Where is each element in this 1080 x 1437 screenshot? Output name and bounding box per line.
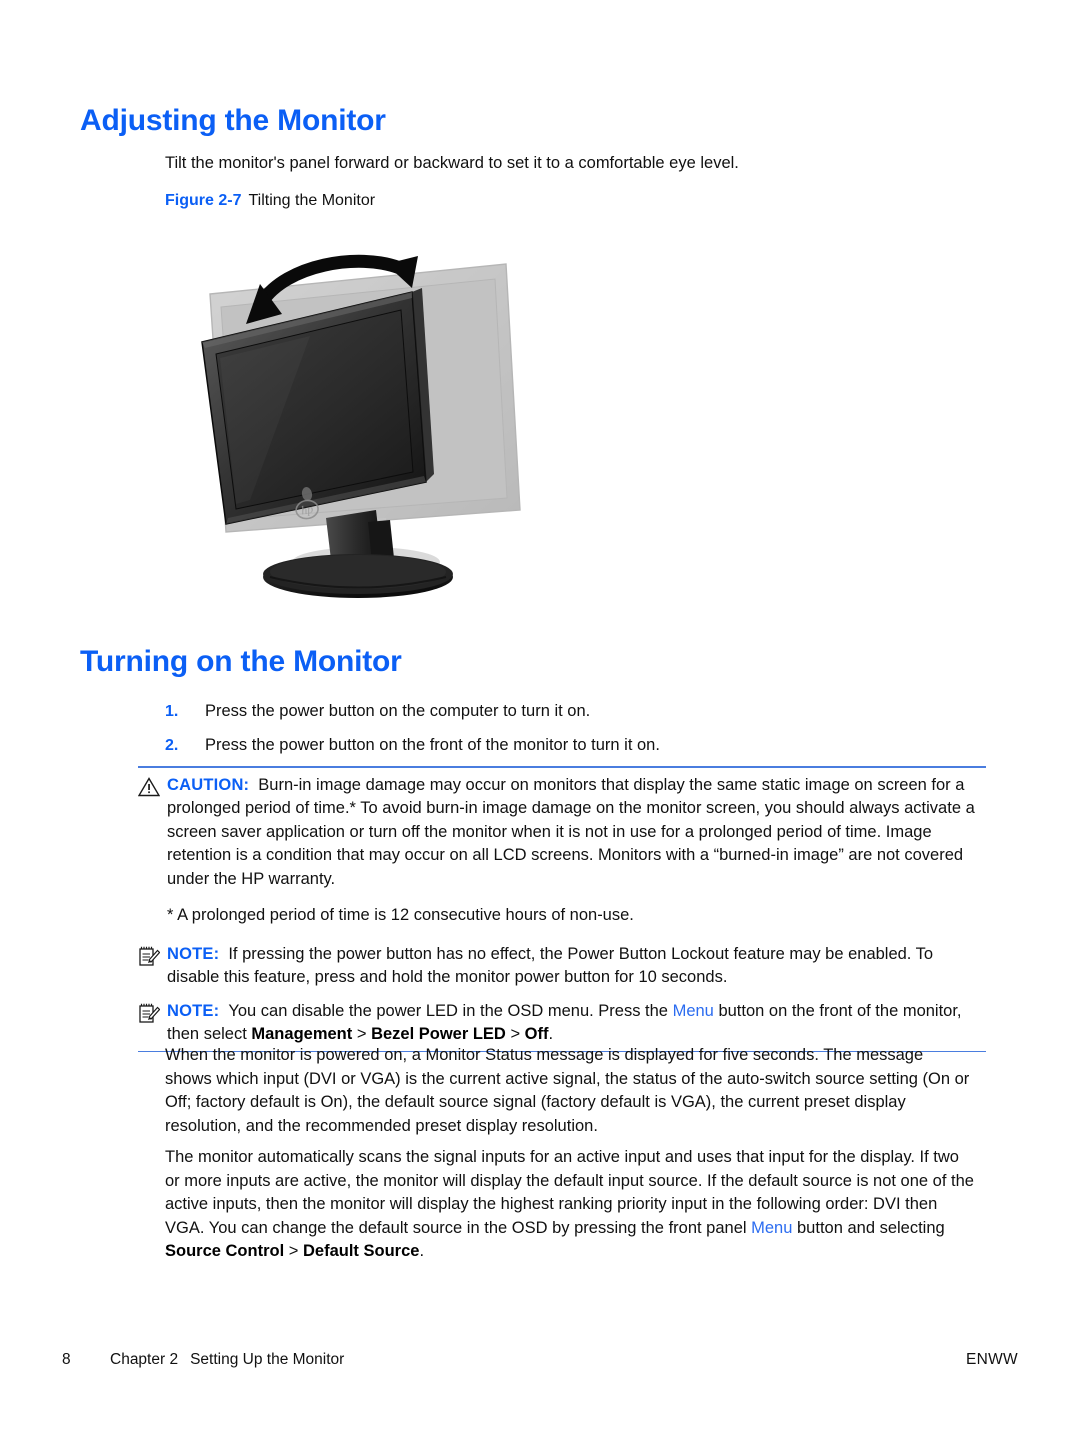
- osd-path-default-source: Default Source: [303, 1242, 420, 1260]
- auto-scan-part3: .: [419, 1242, 425, 1260]
- note-body-part1: You can disable the power LED in the OSD…: [228, 1001, 673, 1020]
- note-text: NOTE: If pressing the power button has no…: [167, 943, 986, 990]
- note-block-power-led: NOTE: You can disable the power LED in th…: [138, 994, 986, 1051]
- menu-link[interactable]: Menu: [673, 1002, 714, 1020]
- note-body: If pressing the power button has no effe…: [167, 944, 934, 987]
- caution-keyword: CAUTION:: [167, 775, 250, 794]
- osd-path-off: Off: [524, 1025, 549, 1044]
- warning-triangle-icon: [138, 774, 167, 797]
- list-item: 1. Press the power button on the compute…: [165, 700, 985, 723]
- notepad-pencil-icon: [138, 943, 167, 967]
- note-block-power-button-lockout: NOTE: If pressing the power button has no…: [138, 937, 986, 994]
- menu-link[interactable]: Menu: [751, 1219, 792, 1237]
- osd-path-source-control: Source Control: [165, 1242, 285, 1260]
- document-page: Adjusting the Monitor Tilt the monitor's…: [0, 0, 1080, 1437]
- figure-caption: Figure 2-7 Tilting the Monitor: [165, 190, 375, 212]
- ordered-step-list: 1. Press the power button on the compute…: [165, 700, 985, 768]
- osd-separator: >: [352, 1025, 372, 1044]
- intro-paragraph: Tilt the monitor's panel forward or back…: [165, 154, 739, 172]
- svg-text:hp: hp: [300, 502, 314, 518]
- footer-chapter: Chapter 2: [110, 1351, 179, 1368]
- notepad-pencil-icon: [138, 1000, 167, 1024]
- paragraph-auto-scan: The monitor automatically scans the sign…: [165, 1146, 977, 1264]
- monitor-base: [263, 554, 453, 598]
- auto-scan-part2: button and selecting: [792, 1218, 945, 1237]
- note-text: NOTE: You can disable the power LED in th…: [167, 1000, 986, 1047]
- caution-body: Burn-in image damage may occur on monito…: [167, 775, 975, 888]
- footer-page-number: 8: [62, 1351, 71, 1368]
- step-text: Press the power button on the computer t…: [205, 702, 591, 720]
- section-heading-adjusting-the-monitor: Adjusting the Monitor: [80, 104, 386, 137]
- note-keyword: NOTE:: [167, 944, 220, 963]
- osd-path-bezel-power-led: Bezel Power LED: [371, 1025, 506, 1044]
- page-footer: 8 Chapter 2 Setting Up the Monitor ENWW: [62, 1348, 1018, 1372]
- caution-block: CAUTION: Burn-in image damage may occur o…: [138, 768, 986, 896]
- figure-monitor-tilt-illustration: hp: [190, 232, 560, 612]
- figure-label: Figure 2-7: [165, 192, 242, 209]
- step-number: 1.: [165, 703, 179, 720]
- footer-chapter-title: Setting Up the Monitor: [190, 1351, 345, 1368]
- caution-footnote: * A prolonged period of time is 12 conse…: [167, 906, 634, 925]
- note-keyword: NOTE:: [167, 1001, 220, 1020]
- figure-title: Tilting the Monitor: [248, 192, 376, 209]
- osd-path-management: Management: [251, 1025, 353, 1044]
- section-heading-turning-on-the-monitor: Turning on the Monitor: [80, 645, 402, 678]
- osd-separator: >: [284, 1242, 303, 1260]
- step-number: 2.: [165, 737, 179, 754]
- osd-separator: >: [505, 1025, 525, 1044]
- list-item: 2. Press the power button on the front o…: [165, 734, 985, 757]
- footer-locale: ENWW: [966, 1351, 1018, 1368]
- admonition-group: CAUTION: Burn-in image damage may occur o…: [138, 766, 986, 1053]
- paragraph-monitor-status: When the monitor is powered on, a Monito…: [165, 1046, 970, 1135]
- note-body-part3: .: [548, 1025, 554, 1044]
- step-text: Press the power button on the front of t…: [205, 736, 660, 754]
- caution-text: CAUTION: Burn-in image damage may occur o…: [167, 774, 986, 892]
